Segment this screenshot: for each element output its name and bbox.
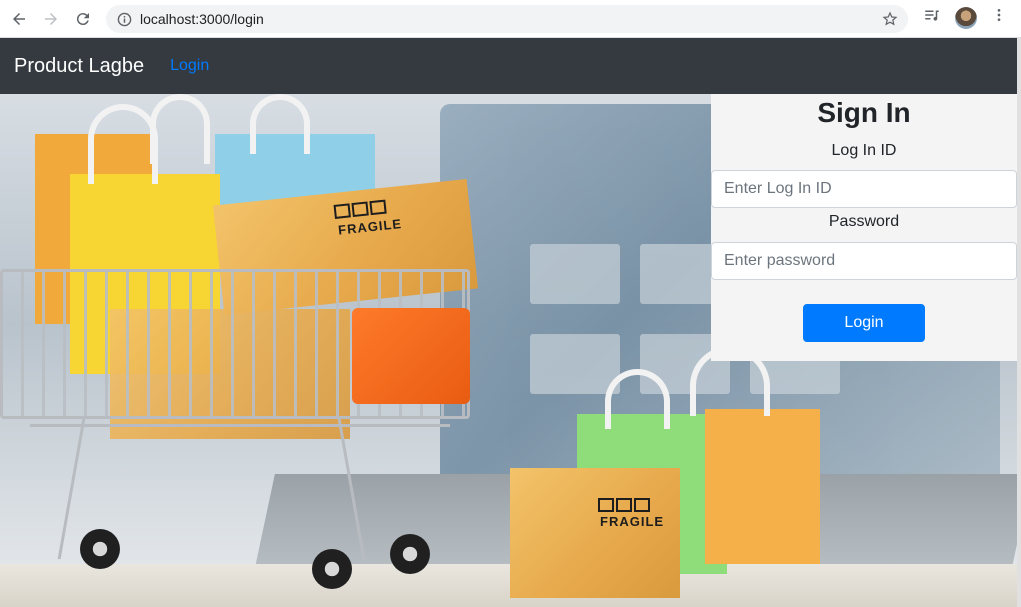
url-text[interactable]: localhost:3000/login [140,11,264,27]
signin-panel: Sign In Log In ID Password Login [711,94,1017,361]
media-queue-icon[interactable] [923,6,941,29]
login-id-label: Log In ID [831,142,897,159]
password-input[interactable] [711,242,1017,280]
forward-arrow-icon[interactable] [38,6,64,32]
reload-icon[interactable] [70,6,96,32]
fragile-label: FRAGILE [600,514,665,529]
login-button[interactable]: Login [803,304,925,342]
browser-toolbar: localhost:3000/login [0,0,1021,38]
login-id-input[interactable] [711,170,1017,208]
app-navbar: Product Lagbe Login [0,38,1017,94]
fragile-label: FRAGILE [337,216,403,238]
laptop-edge [0,564,1017,607]
signin-title: Sign In [817,97,911,128]
address-bar[interactable]: localhost:3000/login [106,5,908,33]
cart-wheel [80,529,120,569]
bookmark-star-icon[interactable] [882,11,898,27]
back-arrow-icon[interactable] [6,6,32,32]
page-scrollbar[interactable] [1017,38,1021,607]
cart-wheel [390,534,430,574]
cart-wheel [312,549,352,589]
password-label: Password [828,213,900,230]
more-menu-icon[interactable] [991,6,1007,29]
profile-avatar[interactable] [955,6,977,29]
fragile-box-bottom: FRAGILE [510,468,680,598]
brand-logo[interactable]: Product Lagbe [14,55,144,78]
nav-link-login[interactable]: Login [170,57,209,75]
cart-handle [352,308,470,404]
orange-bag-right [705,409,820,564]
site-info-icon[interactable] [116,11,132,27]
